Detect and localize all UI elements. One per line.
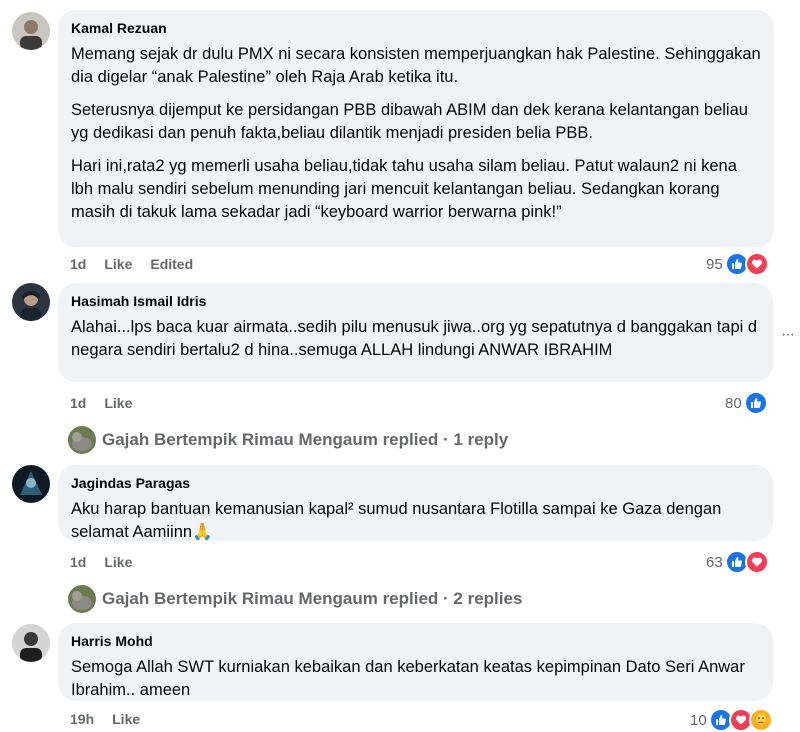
comment-author[interactable]: Jagindas Paragas — [71, 474, 761, 492]
reaction-summary[interactable]: 63 — [706, 550, 769, 574]
comment-bubble: Kamal Rezuan Memang sejak dr dulu PMX ni… — [58, 10, 774, 247]
comment-text: Semoga Allah SWT kurniakan kebaikan dan … — [71, 658, 750, 699]
replies-label: Gajah Bertempik Rimau Mengaum replied · … — [102, 430, 509, 449]
care-reaction-icon — [748, 708, 773, 732]
avatar[interactable] — [12, 465, 50, 503]
comment-text: Alahai...lps baca kuar airmata..sedih pi… — [71, 318, 762, 359]
avatar[interactable] — [12, 283, 50, 321]
like-button[interactable]: Like — [104, 395, 132, 411]
reaction-summary[interactable]: 80 — [725, 391, 768, 415]
comment-actions: 1d Like — [70, 554, 150, 570]
comment-actions: 1d Like — [70, 395, 150, 411]
like-button[interactable]: Like — [104, 554, 132, 570]
comment-author[interactable]: Harris Mohd — [71, 632, 761, 650]
comment-bubble: Jagindas Paragas Aku harap bantuan keman… — [58, 465, 773, 541]
view-replies-link[interactable]: Gajah Bertempik Rimau Mengaum replied · … — [68, 585, 522, 613]
reaction-summary[interactable]: 95 — [706, 252, 769, 276]
comment-author[interactable]: Hasimah Ismail Idris — [71, 292, 761, 310]
reaction-count: 10 — [690, 711, 707, 729]
timestamp[interactable]: 1d — [70, 256, 86, 272]
comment-bubble: Hasimah Ismail Idris Alahai...lps baca k… — [58, 283, 773, 382]
timestamp[interactable]: 19h — [70, 711, 94, 727]
view-replies-link[interactable]: Gajah Bertempik Rimau Mengaum replied · … — [68, 426, 508, 454]
avatar[interactable] — [12, 624, 50, 662]
more-options-icon[interactable]: ··· — [781, 326, 795, 344]
timestamp[interactable]: 1d — [70, 554, 86, 570]
comment-text: Aku harap bantuan kemanusian kapal² sumu… — [71, 500, 726, 541]
comment-bubble: Harris Mohd Semoga Allah SWT kurniakan k… — [58, 623, 773, 701]
love-reaction-icon — [744, 252, 769, 276]
replies-label: Gajah Bertempik Rimau Mengaum replied · … — [102, 589, 523, 608]
avatar — [68, 426, 96, 454]
like-button[interactable]: Like — [104, 256, 132, 272]
comment-author[interactable]: Kamal Rezuan — [71, 19, 762, 37]
comment-text: Hari ini,rata2 yg memerli usaha beliau,t… — [71, 157, 742, 221]
reaction-count: 63 — [706, 553, 723, 571]
comment-text: Seterusnya dijemput ke persidangan PBB d… — [71, 101, 753, 142]
reaction-count: 80 — [725, 394, 742, 412]
love-reaction-icon — [744, 550, 769, 574]
reaction-count: 95 — [706, 255, 723, 273]
avatar — [68, 585, 96, 613]
edited-label[interactable]: Edited — [150, 256, 193, 272]
comment-actions: 1d Like Edited — [70, 256, 211, 272]
comment-text: Memang sejak dr dulu PMX ni secara konsi… — [71, 45, 766, 86]
avatar[interactable] — [12, 12, 50, 50]
like-button[interactable]: Like — [112, 711, 140, 727]
comment-actions: 19h Like — [70, 711, 158, 727]
reaction-summary[interactable]: 10 — [690, 708, 773, 732]
timestamp[interactable]: 1d — [70, 395, 86, 411]
like-reaction-icon — [743, 391, 768, 415]
